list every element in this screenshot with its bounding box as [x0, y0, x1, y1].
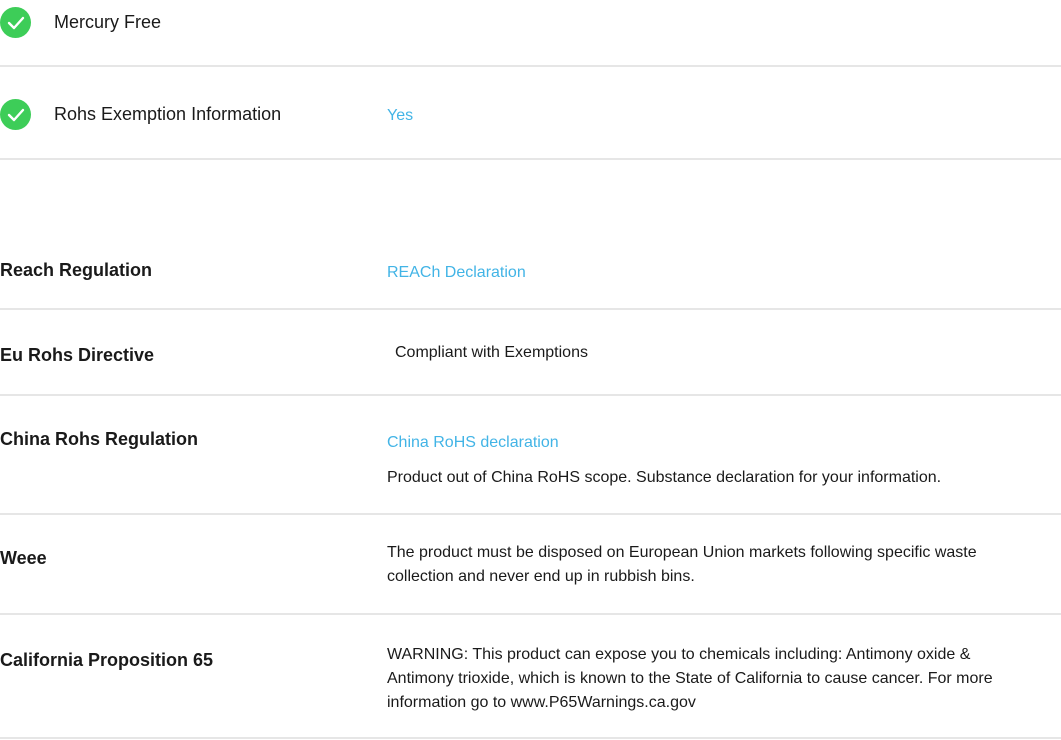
divider: [0, 513, 1061, 515]
eu-rohs-directive-label: Eu Rohs Directive: [0, 345, 155, 365]
rohs-exemption-value[interactable]: Yes: [387, 107, 413, 125]
check-circle-icon: [0, 99, 31, 130]
weee-value: The product must be disposed on European…: [387, 544, 977, 585]
china-rohs-declaration-link[interactable]: China RoHS declaration: [387, 434, 559, 452]
divider: [0, 158, 1061, 160]
california-prop65-label: California Proposition 65: [0, 650, 214, 670]
reach-regulation-label: Reach Regulation: [0, 260, 153, 280]
divider: [0, 65, 1061, 67]
divider: [0, 613, 1061, 615]
check-circle-icon: [0, 7, 31, 38]
california-prop65-value: WARNING: This product can expose you to …: [387, 646, 993, 711]
reach-declaration-link[interactable]: REACh Declaration: [387, 264, 526, 282]
china-rohs-regulation-label: China Rohs Regulation: [0, 429, 198, 449]
weee-label: Weee: [0, 548, 47, 568]
china-rohs-note: Product out of China RoHS scope. Substan…: [387, 469, 942, 486]
divider: [0, 394, 1061, 396]
divider: [0, 737, 1061, 739]
feature-label-rohs-exemption: Rohs Exemption Information: [54, 104, 282, 124]
eu-rohs-directive-value: Compliant with Exemptions: [395, 344, 588, 361]
divider: [0, 308, 1061, 310]
feature-label-mercury-free: Mercury Free: [54, 12, 162, 32]
